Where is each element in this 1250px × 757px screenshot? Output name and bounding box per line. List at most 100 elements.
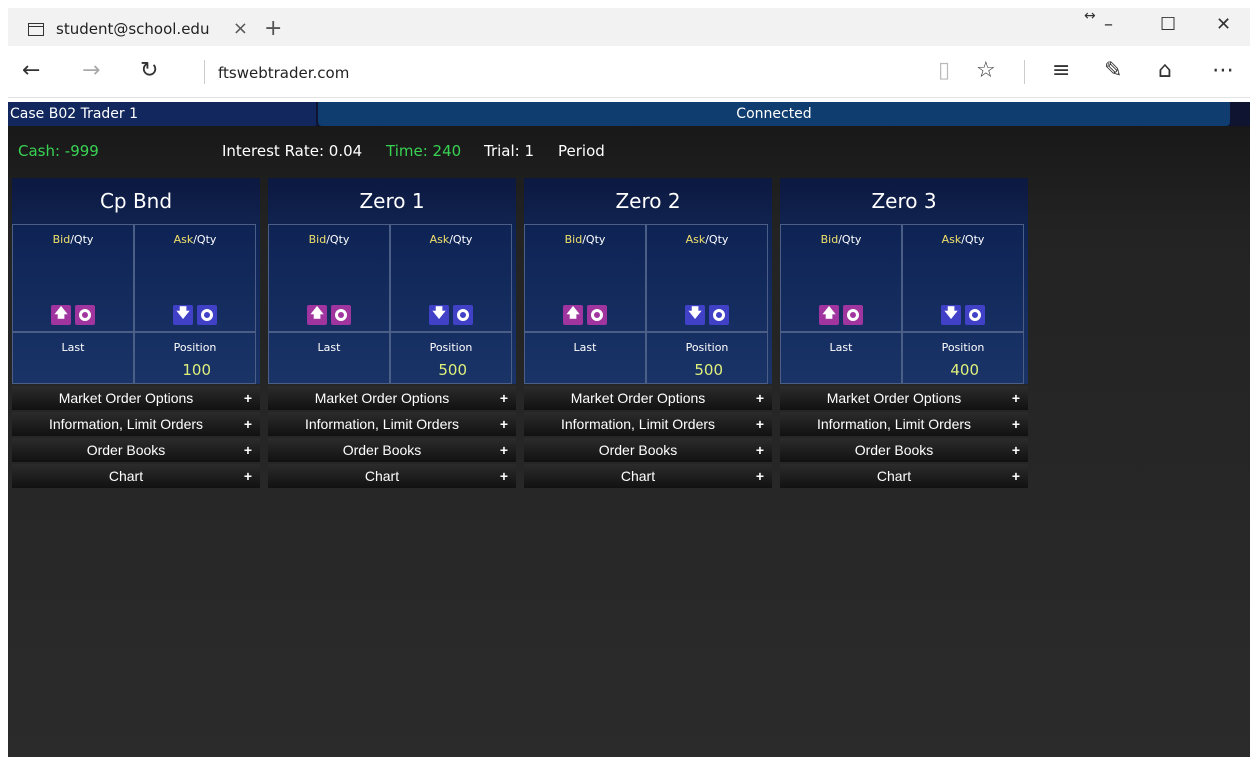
time-remaining: Time: 240 xyxy=(386,142,462,160)
buy-button[interactable]: 🡅 xyxy=(819,305,839,325)
ask-label: Ask xyxy=(429,233,450,246)
ask-label: Ask xyxy=(173,233,194,246)
security-title: Cp Bnd xyxy=(12,178,260,224)
bid-qty-label: Bid/Qty xyxy=(525,233,645,246)
target-icon xyxy=(335,309,347,321)
browser-tab-bar: student@school.edu × + ↔ – ☐ ✕ xyxy=(8,8,1250,46)
qty-label: /Qty xyxy=(838,233,862,246)
target-icon xyxy=(591,309,603,321)
order-books-toggle[interactable]: Order Books + xyxy=(12,438,260,462)
target-icon xyxy=(79,309,91,321)
ask-buttons: 🡇 xyxy=(391,305,511,325)
sell-button[interactable]: 🡇 xyxy=(173,305,193,325)
plus-icon: + xyxy=(243,390,252,406)
up-arrow-icon: 🡅 xyxy=(566,306,580,321)
chart-toggle[interactable]: Chart + xyxy=(268,464,516,488)
reading-view-icon[interactable]: ▯ xyxy=(938,58,950,83)
plus-icon: + xyxy=(755,442,764,458)
order-books-toggle[interactable]: Order Books + xyxy=(268,438,516,462)
share-icon[interactable]: ⌂ xyxy=(1158,58,1172,83)
security-card: Cp Bnd Bid/Qty 🡅 Ask/Qty 🡇 Last Position… xyxy=(12,178,260,488)
accordion-label: Market Order Options xyxy=(570,390,706,406)
ask-cell: Ask/Qty 🡇 xyxy=(646,224,768,332)
plus-icon: + xyxy=(1011,442,1020,458)
accordion-label: Information, Limit Orders xyxy=(48,416,204,432)
connection-status: Connected xyxy=(318,102,1230,126)
buy-button[interactable]: 🡅 xyxy=(563,305,583,325)
qty-label: /Qty xyxy=(582,233,606,246)
cancel-sell-button[interactable] xyxy=(709,305,729,325)
information-limit-orders-toggle[interactable]: Information, Limit Orders + xyxy=(12,412,260,436)
cancel-buy-button[interactable] xyxy=(587,305,607,325)
cancel-buy-button[interactable] xyxy=(843,305,863,325)
order-books-toggle[interactable]: Order Books + xyxy=(780,438,1028,462)
more-icon[interactable]: ⋯ xyxy=(1212,58,1234,83)
bid-cell: Bid/Qty 🡅 xyxy=(12,224,134,332)
cancel-sell-button[interactable] xyxy=(453,305,473,325)
last-label: Last xyxy=(573,341,597,354)
tab-close-icon[interactable]: × xyxy=(233,18,248,39)
security-card: Zero 1 Bid/Qty 🡅 Ask/Qty 🡇 Last Position… xyxy=(268,178,516,488)
restore-arrows-icon[interactable]: ↔ xyxy=(1084,8,1096,24)
sell-button[interactable]: 🡇 xyxy=(685,305,705,325)
bid-buttons: 🡅 xyxy=(13,305,133,325)
tab-page-icon xyxy=(28,22,44,36)
favorite-star-icon[interactable]: ☆ xyxy=(976,58,996,83)
information-limit-orders-toggle[interactable]: Information, Limit Orders + xyxy=(780,412,1028,436)
qty-label: /Qty xyxy=(193,233,217,246)
security-title: Zero 1 xyxy=(268,178,516,224)
security-title: Zero 2 xyxy=(524,178,772,224)
cancel-sell-button[interactable] xyxy=(965,305,985,325)
security-title: Zero 3 xyxy=(780,178,1028,224)
up-arrow-icon: 🡅 xyxy=(310,306,324,321)
ask-buttons: 🡇 xyxy=(647,305,767,325)
address-bar: ← → ↻ ftswebtrader.com ▯ ☆ ≡ ✎ ⌂ ⋯ xyxy=(8,46,1250,98)
buy-button[interactable]: 🡅 xyxy=(307,305,327,325)
market-order-options-toggle[interactable]: Market Order Options + xyxy=(780,386,1028,410)
last-cell: Last xyxy=(524,332,646,384)
cancel-buy-button[interactable] xyxy=(331,305,351,325)
ask-cell: Ask/Qty 🡇 xyxy=(390,224,512,332)
sell-button[interactable]: 🡇 xyxy=(429,305,449,325)
tab-title: student@school.edu xyxy=(56,20,210,38)
market-order-options-toggle[interactable]: Market Order Options + xyxy=(524,386,772,410)
browser-tab[interactable]: student@school.edu × xyxy=(18,12,258,46)
hub-icon[interactable]: ≡ xyxy=(1052,58,1070,83)
new-tab-icon[interactable]: + xyxy=(264,16,282,41)
information-limit-orders-toggle[interactable]: Information, Limit Orders + xyxy=(524,412,772,436)
chart-toggle[interactable]: Chart + xyxy=(780,464,1028,488)
maximize-icon[interactable]: ☐ xyxy=(1160,14,1176,35)
plus-icon: + xyxy=(243,416,252,432)
sell-button[interactable]: 🡇 xyxy=(941,305,961,325)
position-cell: Position 400 xyxy=(902,332,1024,384)
order-books-toggle[interactable]: Order Books + xyxy=(524,438,772,462)
window-close-icon[interactable]: ✕ xyxy=(1216,14,1231,35)
plus-icon: + xyxy=(755,416,764,432)
accordion-label: Chart xyxy=(876,468,912,484)
quote-grid: Bid/Qty 🡅 Ask/Qty 🡇 Last Position 100 xyxy=(12,224,260,384)
last-cell: Last xyxy=(268,332,390,384)
forward-icon[interactable]: → xyxy=(82,58,100,83)
market-order-options-toggle[interactable]: Market Order Options + xyxy=(268,386,516,410)
market-order-options-toggle[interactable]: Market Order Options + xyxy=(12,386,260,410)
refresh-icon[interactable]: ↻ xyxy=(140,58,158,83)
cancel-sell-button[interactable] xyxy=(197,305,217,325)
chart-toggle[interactable]: Chart + xyxy=(524,464,772,488)
web-note-icon[interactable]: ✎ xyxy=(1104,58,1122,83)
quote-grid: Bid/Qty 🡅 Ask/Qty 🡇 Last Position 500 xyxy=(268,224,516,384)
accordion-label: Information, Limit Orders xyxy=(816,416,972,432)
cancel-buy-button[interactable] xyxy=(75,305,95,325)
back-icon[interactable]: ← xyxy=(22,58,40,83)
url-field[interactable]: ftswebtrader.com xyxy=(218,64,349,82)
ask-cell: Ask/Qty 🡇 xyxy=(134,224,256,332)
accordion-label: Chart xyxy=(364,468,400,484)
chart-toggle[interactable]: Chart + xyxy=(12,464,260,488)
buy-button[interactable]: 🡅 xyxy=(51,305,71,325)
accordion-label: Chart xyxy=(108,468,144,484)
accordion-label: Chart xyxy=(620,468,656,484)
accordion-label: Information, Limit Orders xyxy=(560,416,716,432)
minimize-icon[interactable]: – xyxy=(1104,14,1113,35)
information-limit-orders-toggle[interactable]: Information, Limit Orders + xyxy=(268,412,516,436)
quote-grid: Bid/Qty 🡅 Ask/Qty 🡇 Last Position 500 xyxy=(524,224,772,384)
quote-grid: Bid/Qty 🡅 Ask/Qty 🡇 Last Position 400 xyxy=(780,224,1028,384)
